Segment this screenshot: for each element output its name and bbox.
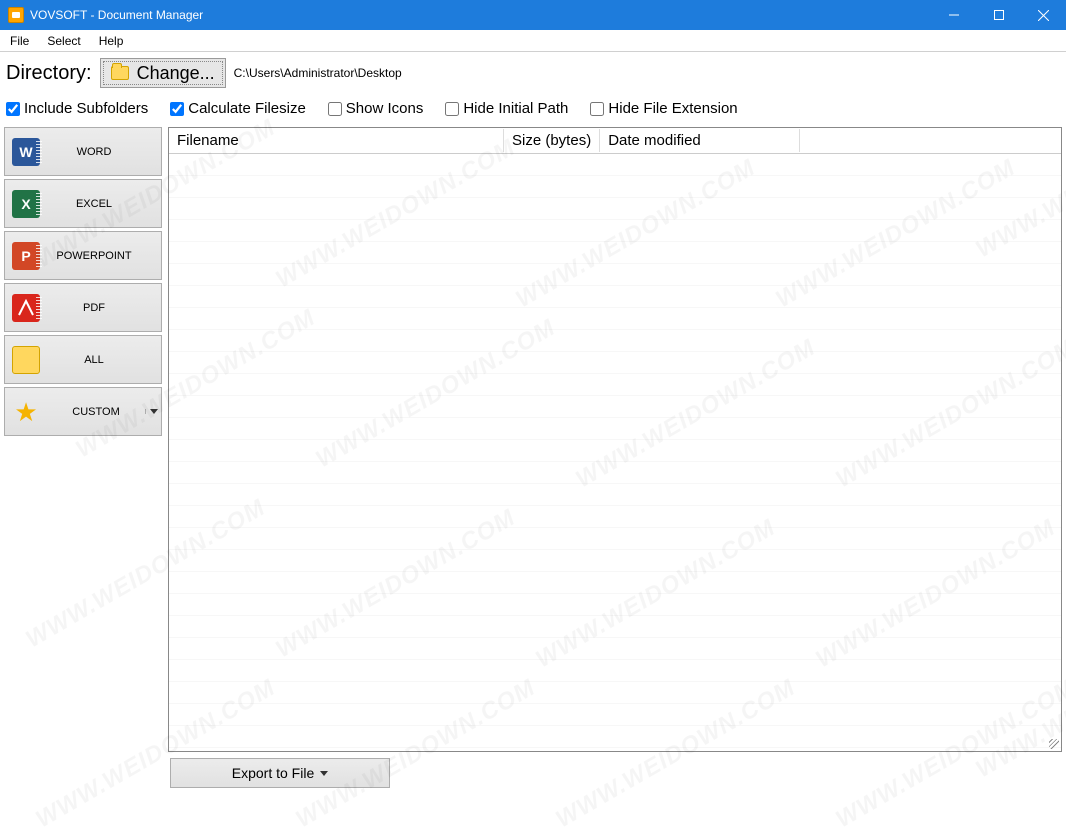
directory-label: Directory: <box>4 62 92 85</box>
maximize-icon <box>994 10 1004 20</box>
chevron-down-icon <box>320 771 328 776</box>
export-to-file-button[interactable]: Export to File <box>170 758 390 788</box>
change-button-label: Change... <box>137 63 215 84</box>
include-subfolders-label: Include Subfolders <box>24 100 148 117</box>
opt-calculate-filesize[interactable]: Calculate Filesize <box>170 100 306 117</box>
folder-icon <box>111 66 129 80</box>
export-row: Export to File <box>0 752 1066 788</box>
minimize-icon <box>949 10 959 20</box>
directory-path: C:\Users\Administrator\Desktop <box>234 66 402 80</box>
sidebar-word-label: WORD <box>47 146 161 158</box>
window-title: VOVSOFT - Document Manager <box>30 8 203 22</box>
sidebar-custom-label: CUSTOM <box>47 406 145 418</box>
col-date-modified[interactable]: Date modified <box>600 129 800 152</box>
sidebar-all-button[interactable]: ALL <box>4 335 162 384</box>
menubar: File Select Help <box>0 30 1066 52</box>
menu-select[interactable]: Select <box>43 32 84 50</box>
word-icon: W <box>12 138 40 166</box>
custom-dropdown-button[interactable] <box>145 409 161 414</box>
sidebar-word-button[interactable]: W WORD <box>4 127 162 176</box>
maximize-button[interactable] <box>976 0 1021 30</box>
opt-hide-file-extension[interactable]: Hide File Extension <box>590 100 737 117</box>
star-icon: ★ <box>14 399 37 425</box>
titlebar: VOVSOFT - Document Manager <box>0 0 1066 30</box>
col-size[interactable]: Size (bytes) <box>504 129 600 152</box>
powerpoint-icon: P <box>12 242 40 270</box>
menu-help[interactable]: Help <box>95 32 128 50</box>
hide-initial-path-checkbox[interactable] <box>445 102 459 116</box>
hide-file-ext-checkbox[interactable] <box>590 102 604 116</box>
sidebar-pdf-button[interactable]: PDF <box>4 283 162 332</box>
table-header: Filename Size (bytes) Date modified <box>169 128 1061 154</box>
window-controls <box>931 0 1066 30</box>
include-subfolders-checkbox[interactable] <box>6 102 20 116</box>
close-button[interactable] <box>1021 0 1066 30</box>
change-directory-button[interactable]: Change... <box>100 58 226 88</box>
file-table: Filename Size (bytes) Date modified <box>168 127 1062 752</box>
export-label: Export to File <box>232 765 314 781</box>
sidebar-pdf-label: PDF <box>47 302 161 314</box>
opt-include-subfolders[interactable]: Include Subfolders <box>6 100 148 117</box>
sidebar: W WORD X EXCEL P POWERPOINT PDF ALL ★ CU… <box>4 127 162 752</box>
calculate-filesize-label: Calculate Filesize <box>188 100 306 117</box>
main-area: W WORD X EXCEL P POWERPOINT PDF ALL ★ CU… <box>0 127 1066 752</box>
opt-hide-initial-path[interactable]: Hide Initial Path <box>445 100 568 117</box>
sidebar-powerpoint-button[interactable]: P POWERPOINT <box>4 231 162 280</box>
directory-row: Directory: Change... C:\Users\Administra… <box>0 52 1066 94</box>
app-icon <box>8 7 24 23</box>
col-filename[interactable]: Filename <box>169 129 504 152</box>
close-icon <box>1038 10 1049 21</box>
sidebar-custom-button[interactable]: ★ CUSTOM <box>4 387 162 436</box>
opt-show-icons[interactable]: Show Icons <box>328 100 424 117</box>
calculate-filesize-checkbox[interactable] <box>170 102 184 116</box>
minimize-button[interactable] <box>931 0 976 30</box>
pdf-icon <box>12 294 40 322</box>
col-empty <box>800 138 1061 144</box>
hide-file-ext-label: Hide File Extension <box>608 100 737 117</box>
all-files-icon <box>12 346 40 374</box>
show-icons-label: Show Icons <box>346 100 424 117</box>
options-row: Include Subfolders Calculate Filesize Sh… <box>0 94 1066 127</box>
hide-initial-path-label: Hide Initial Path <box>463 100 568 117</box>
sidebar-excel-label: EXCEL <box>47 198 161 210</box>
excel-icon: X <box>12 190 40 218</box>
sidebar-all-label: ALL <box>47 354 161 366</box>
sidebar-excel-button[interactable]: X EXCEL <box>4 179 162 228</box>
chevron-down-icon <box>150 409 158 414</box>
show-icons-checkbox[interactable] <box>328 102 342 116</box>
table-body[interactable] <box>169 154 1061 751</box>
menu-file[interactable]: File <box>6 32 33 50</box>
sidebar-powerpoint-label: POWERPOINT <box>47 250 161 262</box>
